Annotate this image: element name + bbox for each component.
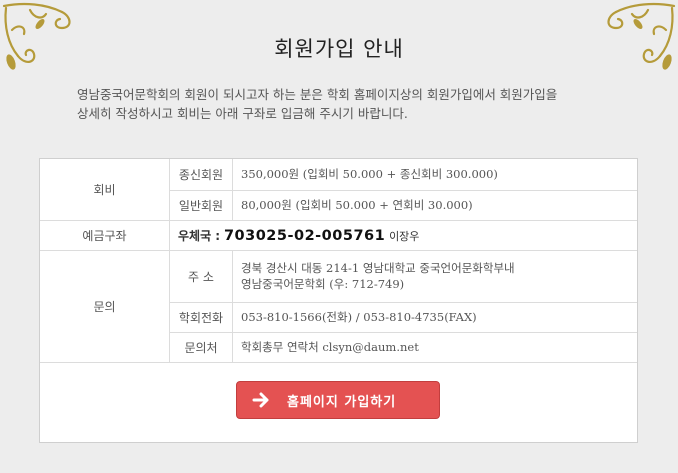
email-label: 문의처 bbox=[169, 332, 233, 363]
address-value: 경북 경산시 대동 214-1 영남대학교 중국언어문화학부내 영남중국어문학회… bbox=[232, 250, 637, 303]
phone-label: 학회전화 bbox=[169, 302, 233, 333]
fee-value-regular: 80,000원 (입회비 50.000 + 연회비 30.000) bbox=[232, 190, 637, 221]
phone-value: 053-810-1566(전화) / 053-810-4735(FAX) bbox=[232, 302, 637, 333]
email-value: 학회총무 연락처 clsyn@daum.net bbox=[232, 332, 637, 363]
intro-text: 영남중국어문학회의 회원이 되시고자 하는 분은 학회 홈페이지상의 회원가입에… bbox=[77, 85, 637, 123]
contact-header: 문의 bbox=[40, 250, 170, 363]
fee-value-lifetime: 350,000원 (입회비 50.000 + 종신회비 300.000) bbox=[232, 159, 637, 191]
fee-label-regular: 일반회원 bbox=[169, 190, 233, 221]
intro-line-2: 상세히 작성하시고 회비는 아래 구좌로 입금해 주시기 바랍니다. bbox=[77, 106, 408, 121]
fee-label-lifetime: 종신회원 bbox=[169, 159, 233, 191]
homepage-join-button[interactable]: 홈페이지 가입하기 bbox=[236, 381, 440, 419]
info-table: 회비 종신회원 350,000원 (입회비 50.000 + 종신회비 300.… bbox=[40, 159, 637, 363]
account-value: 우체국 : 703025-02-005761 이장우 bbox=[169, 220, 637, 251]
table-row: 문의 주 소 경북 경산시 대동 214-1 영남대학교 중국언어문화학부내 영… bbox=[40, 250, 637, 363]
fees-header: 회비 bbox=[40, 159, 170, 221]
account-number: 703025-02-005761 bbox=[223, 227, 386, 244]
arrow-right-icon bbox=[251, 389, 273, 411]
homepage-join-label: 홈페이지 가입하기 bbox=[287, 394, 397, 410]
account-header: 예금구좌 bbox=[40, 220, 170, 251]
page-title: 회원가입 안내 bbox=[274, 37, 404, 61]
table-row: 회비 종신회원 350,000원 (입회비 50.000 + 종신회비 300.… bbox=[40, 159, 637, 221]
account-bank: 우체국 : bbox=[178, 228, 221, 243]
address-label: 주 소 bbox=[169, 250, 233, 303]
address-line-1: 경북 경산시 대동 214-1 영남대학교 중국언어문화학부내 bbox=[241, 261, 515, 275]
table-row: 예금구좌 우체국 : 703025-02-005761 이장우 bbox=[40, 220, 637, 251]
account-holder: 이장우 bbox=[389, 229, 420, 243]
address-line-2: 영남중국어문학회 (우: 712-749) bbox=[241, 277, 405, 291]
intro-line-1: 영남중국어문학회의 회원이 되시고자 하는 분은 학회 홈페이지상의 회원가입에… bbox=[77, 87, 558, 102]
